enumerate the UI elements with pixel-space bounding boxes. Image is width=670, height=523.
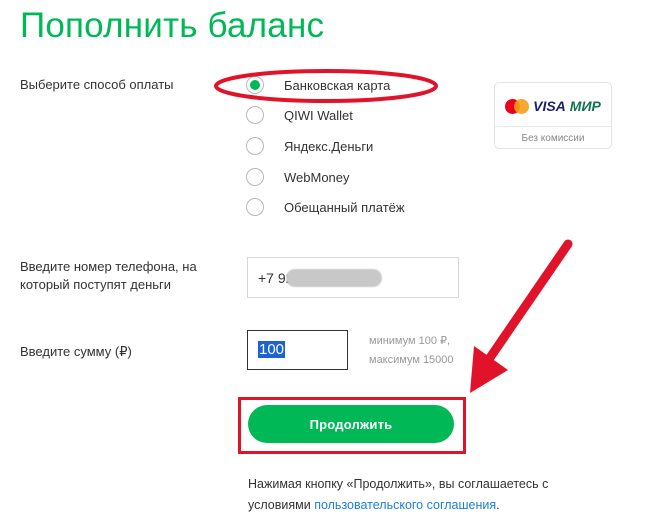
amount-value: 100 [258,341,286,358]
amount-hint-max: максимум 15000 [369,354,454,366]
payment-option-label: Обещанный платёж [284,199,405,215]
no-commission-note: Без комиссии [521,133,585,144]
terms-line1: Нажимая кнопку «Продолжить», вы соглашае… [248,477,549,491]
payment-option-yandex[interactable]: Яндекс.Деньги [246,135,373,157]
annotation-arrow-shaft [480,239,573,370]
payment-option-label: QIWI Wallet [284,107,353,123]
redacted-mask [286,269,382,287]
visa-icon: VISA [533,98,566,114]
amount-label: Введите сумму (₽) [20,344,132,359]
payment-option-label: Банковская карта [284,77,391,93]
radio-selected-icon[interactable] [246,76,264,94]
divider [495,126,611,127]
amount-hint-min: минимум 100 ₽, [369,335,451,347]
phone-label-line2: который поступят деньги [20,277,172,292]
payment-option-label: Яндекс.Деньги [284,138,374,154]
mir-icon: МИР [569,98,601,114]
phone-label: Введите номер телефона, на который посту… [20,258,197,294]
user-agreement-link[interactable]: пользовательского соглашения [314,498,496,512]
amount-input[interactable]: 100 [247,330,348,370]
mastercard-icon [505,98,530,114]
terms-prefix: условиями [248,498,315,512]
radio-icon[interactable] [246,168,264,186]
radio-icon[interactable] [246,137,264,155]
terms-line2: условиями пользовательского соглашения. [248,495,548,516]
radio-icon[interactable] [246,106,264,124]
phone-input[interactable]: +7 92 [247,257,459,298]
payment-option-qiwi[interactable]: QIWI Wallet [246,104,353,126]
radio-icon[interactable] [246,198,264,216]
continue-button[interactable]: Продолжить [248,405,454,443]
annotation-arrow-head [470,346,508,393]
payment-option-label: WebMoney [284,169,350,185]
payment-option-webmoney[interactable]: WebMoney [246,166,350,188]
terms-suffix: . [496,498,500,512]
terms-text: Нажимая кнопку «Продолжить», вы соглашае… [248,474,548,516]
payment-method-label: Выберите способ оплаты [20,77,174,92]
payment-option-bank-card[interactable]: Банковская карта [246,74,390,96]
payment-option-promised[interactable]: Обещанный платёж [246,196,405,218]
card-logos-box: VISA МИР Без комиссии [494,82,612,149]
phone-label-line1: Введите номер телефона, на [20,259,197,274]
page-title: Пополнить баланс [20,6,325,45]
